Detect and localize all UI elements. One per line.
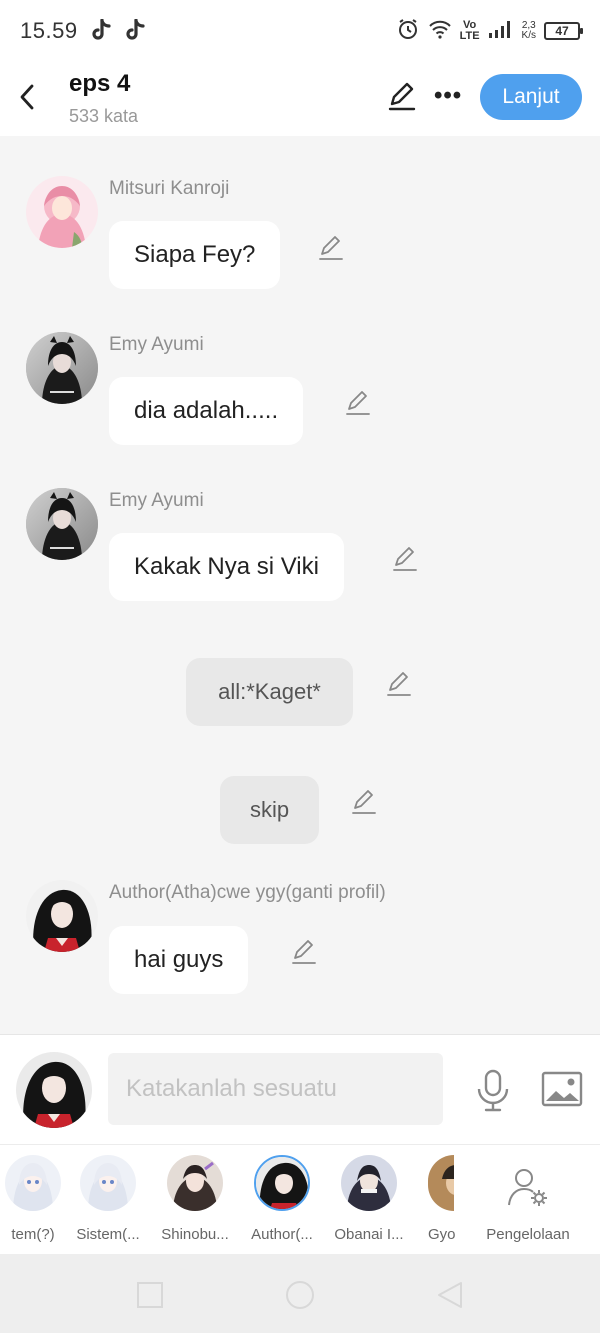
sender-name: Mitsuri Kanroji — [109, 178, 230, 199]
character-avatar — [80, 1155, 136, 1211]
more-options-icon[interactable]: ••• — [434, 82, 462, 110]
edit-title-icon[interactable] — [386, 80, 418, 112]
character-avatar — [341, 1155, 397, 1211]
sender-name: Emy Ayumi — [109, 490, 204, 511]
avatar-author[interactable] — [26, 880, 98, 952]
sender-name: Emy Ayumi — [109, 334, 204, 355]
sender-name: Author(Atha)cwe ygy(ganti profil) — [109, 882, 386, 903]
narration-bubble[interactable]: all:*Kaget* — [186, 658, 353, 726]
character-item[interactable]: Sistem(... — [63, 1155, 153, 1243]
next-button[interactable]: Lanjut — [480, 74, 582, 120]
message-bubble[interactable]: Kakak Nya si Viki — [109, 533, 344, 601]
battery-indicator: 47 — [544, 22, 583, 40]
edit-message-icon[interactable] — [344, 389, 372, 417]
avatar-mitsuri[interactable] — [26, 176, 98, 248]
user-settings-icon — [505, 1169, 551, 1211]
recent-apps-icon[interactable] — [135, 1280, 165, 1310]
edit-message-icon[interactable] — [317, 234, 345, 262]
character-selector: tem(?) Sistem(... Shinobu... Author(... … — [0, 1144, 600, 1254]
character-item[interactable]: Obanai I... — [324, 1155, 414, 1243]
status-indicators: Vo LTE 2,3 K/s 47 — [396, 17, 583, 46]
alarm-icon — [396, 17, 420, 46]
episode-title: eps 4 — [69, 70, 131, 97]
network-speed-unit: K/s — [521, 30, 536, 41]
character-avatar-selected — [254, 1155, 310, 1211]
character-name: Sistem(... — [76, 1226, 140, 1243]
edit-message-icon[interactable] — [290, 938, 318, 966]
status-bar: 15.59 Vo LTE 2,3 K/s 47 — [0, 0, 600, 62]
avatar-emy[interactable] — [26, 332, 98, 404]
current-character-avatar[interactable] — [16, 1052, 92, 1128]
composer-bar — [0, 1034, 600, 1144]
character-name: Gyo — [428, 1226, 456, 1243]
back-nav-icon[interactable] — [435, 1280, 465, 1310]
character-item[interactable]: Gyo — [410, 1155, 476, 1243]
image-icon[interactable] — [540, 1069, 584, 1109]
character-item[interactable]: Author(... — [237, 1155, 327, 1243]
character-avatar — [167, 1155, 223, 1211]
volte-indicator: Vo LTE — [460, 20, 480, 42]
signal-icon — [488, 19, 514, 44]
edit-message-icon[interactable] — [391, 545, 419, 573]
word-count: 533 kata — [69, 106, 139, 126]
manage-label: Pengelolaan — [486, 1226, 570, 1243]
home-icon[interactable] — [285, 1280, 315, 1310]
system-navigation-bar — [0, 1254, 600, 1333]
edit-message-icon[interactable] — [350, 788, 378, 816]
message-bubble[interactable]: dia adalah..... — [109, 377, 304, 445]
character-avatar — [428, 1155, 454, 1211]
tiktok-notification-icon — [90, 18, 112, 43]
network-speed: 2,3 K/s — [522, 21, 536, 41]
wifi-icon — [428, 19, 452, 44]
microphone-icon[interactable] — [474, 1069, 512, 1113]
message-bubble[interactable]: Siapa Fey? — [109, 221, 281, 289]
tiktok-notification-icon — [124, 18, 146, 43]
message-input[interactable] — [108, 1053, 443, 1125]
manage-characters-button[interactable]: Pengelolaan — [470, 1167, 586, 1243]
volte-bottom: LTE — [459, 30, 480, 42]
character-name: Author(... — [251, 1226, 313, 1243]
avatar-emy[interactable] — [26, 488, 98, 560]
character-name: Shinobu... — [161, 1226, 229, 1243]
message-bubble[interactable]: hai guys — [109, 926, 249, 994]
episode-header: eps 4 533 kata ••• Lanjut — [0, 62, 600, 136]
character-item[interactable]: Shinobu... — [150, 1155, 240, 1243]
edit-message-icon[interactable] — [385, 670, 413, 698]
character-name: Obanai I... — [334, 1226, 404, 1243]
character-avatar — [5, 1155, 61, 1211]
narration-bubble[interactable]: skip — [220, 776, 319, 844]
back-arrow-icon[interactable] — [14, 80, 42, 114]
status-time: 15.59 — [20, 18, 78, 43]
